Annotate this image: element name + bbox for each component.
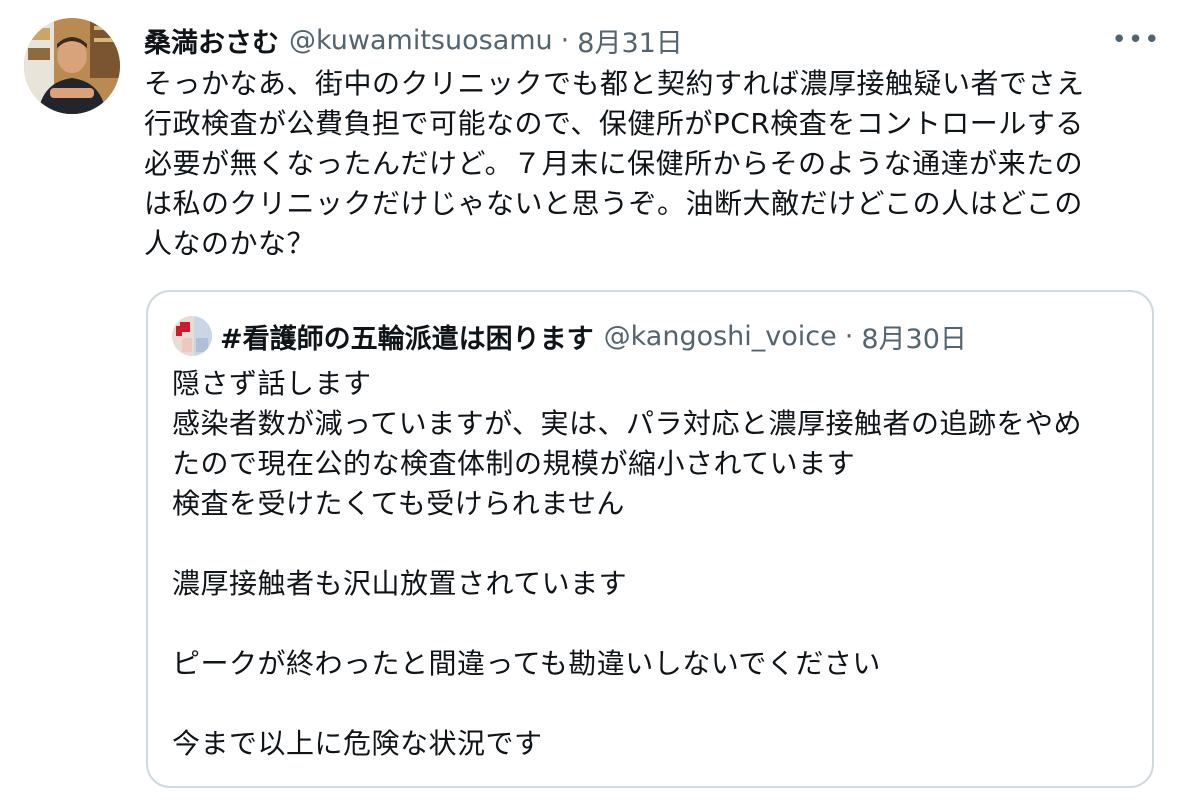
tweet-header: 桑満おさむ @kuwamitsuosamu · 8月31日 bbox=[144, 20, 1144, 60]
tweet-content: 桑満おさむ @kuwamitsuosamu · 8月31日 そっかなあ、街中のク… bbox=[144, 20, 1144, 264]
quoted-avatar-image bbox=[172, 316, 212, 356]
author-avatar-image bbox=[24, 18, 120, 114]
quoted-tweet-header: #看護師の五輪派遣は困ります @kangoshi_voice · 8月30日 bbox=[172, 316, 967, 356]
quoted-header-separator: · bbox=[844, 320, 854, 352]
tweet-date[interactable]: 8月31日 bbox=[577, 21, 683, 60]
quoted-author-avatar bbox=[172, 316, 212, 356]
quoted-tweet-date: 8月30日 bbox=[861, 323, 967, 355]
author-name[interactable]: 桑満おさむ bbox=[144, 21, 279, 60]
quoted-tweet-text: 隠さず話します 感染者数が減っていますが、実は、パラ対応と濃厚接触者の追跡をやめ… bbox=[172, 367, 1083, 760]
more-horizontal-icon[interactable]: ••• bbox=[1112, 22, 1160, 58]
tweet-text: そっかなあ、街中のクリニックでも都と契約すれば濃厚接触疑い者でさえ 行政検査が公… bbox=[144, 67, 1085, 260]
quoted-tweet[interactable]: #看護師の五輪派遣は困ります @kangoshi_voice · 8月30日 隠… bbox=[146, 290, 1154, 788]
header-separator: · bbox=[560, 24, 570, 56]
author-handle[interactable]: @kuwamitsuosamu bbox=[289, 25, 553, 56]
quoted-author-handle: @kangoshi_voice bbox=[603, 320, 837, 352]
tweet[interactable]: 桑満おさむ @kuwamitsuosamu · 8月31日 そっかなあ、街中のク… bbox=[0, 0, 1198, 810]
author-avatar[interactable] bbox=[24, 18, 120, 114]
quoted-author-name: #看護師の五輪派遣は困ります bbox=[220, 323, 594, 355]
